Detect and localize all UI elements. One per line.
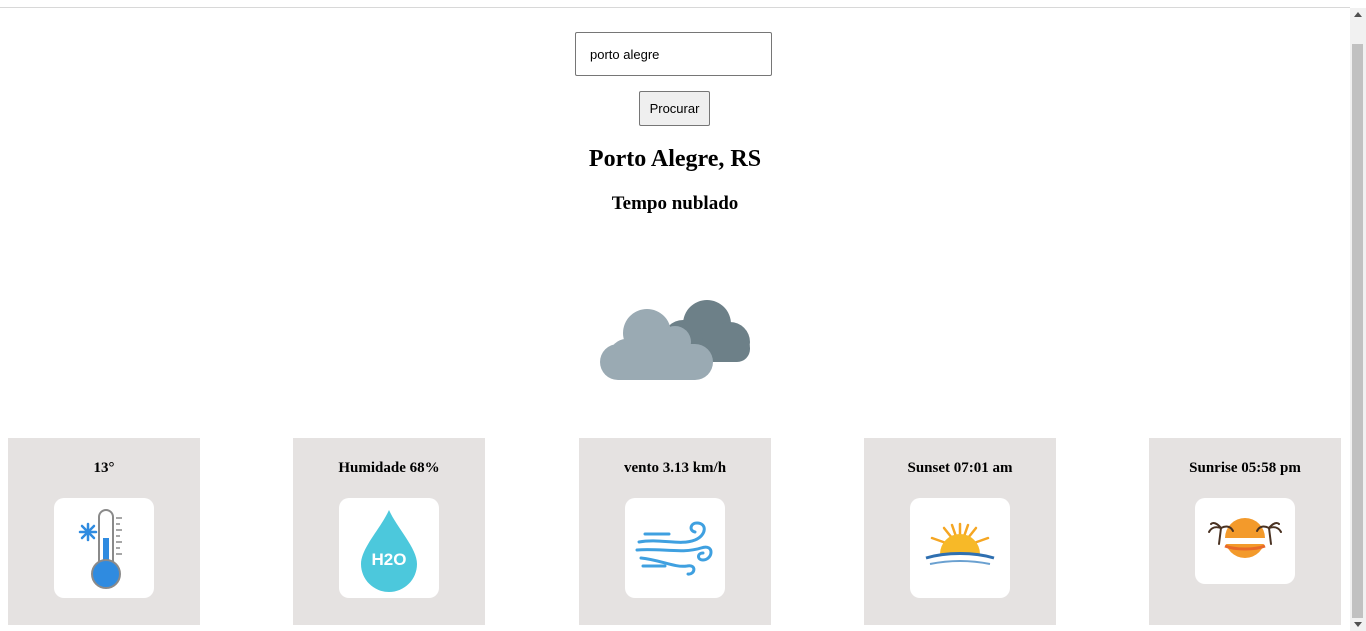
humidity-card: Humidade 68% H2O	[293, 438, 485, 625]
sunset-card: Sunset 07:01 am	[864, 438, 1056, 625]
sunset-icon	[910, 498, 1010, 598]
humidity-label: Humidade 68%	[338, 460, 440, 476]
sunrise-card: Sunrise 05:58 pm	[1149, 438, 1341, 625]
cloud-icon	[595, 290, 755, 380]
temperature-card: 13°	[8, 438, 200, 625]
scroll-down-arrow-icon[interactable]	[1354, 622, 1362, 627]
thermometer-icon	[54, 498, 154, 598]
search-button[interactable]: Procurar	[639, 91, 710, 126]
temperature-label: 13°	[93, 460, 115, 476]
water-drop-text: H2O	[372, 550, 407, 569]
scroll-up-arrow-icon[interactable]	[1354, 12, 1362, 17]
city-title: Porto Alegre, RS	[588, 146, 762, 172]
weather-condition: Tempo nublado	[611, 193, 739, 214]
wind-label: vento 3.13 km/h	[623, 460, 727, 476]
sunrise-label: Sunrise 05:58 pm	[1189, 460, 1301, 476]
page-content: Procurar Porto Alegre, RS Tempo nublado …	[0, 8, 1350, 631]
wind-icon	[625, 498, 725, 598]
wind-card: vento 3.13 km/h	[579, 438, 771, 625]
search-input[interactable]	[575, 32, 772, 76]
vertical-scrollbar[interactable]	[1350, 8, 1366, 631]
sunrise-palm-icon	[1195, 498, 1295, 584]
sunset-label: Sunset 07:01 am	[907, 460, 1013, 476]
water-drop-icon: H2O	[339, 498, 439, 598]
scroll-thumb[interactable]	[1352, 44, 1363, 618]
